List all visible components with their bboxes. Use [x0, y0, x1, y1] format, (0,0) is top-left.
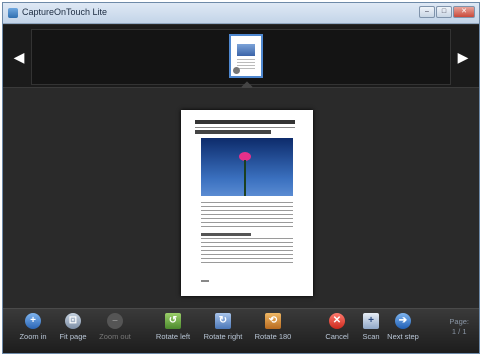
- title-bar[interactable]: CaptureOnTouch Lite – □ ✕: [3, 3, 479, 24]
- page-body-text-2: [201, 238, 293, 266]
- rotate-180-icon: ⟲: [265, 313, 281, 329]
- fit-page-label: Fit page: [59, 332, 87, 341]
- bottom-toolbar: + Zoom in ⊡ Fit page – Zoom out ↺ Rotate…: [3, 308, 479, 353]
- thumbnail-badge-icon: [233, 67, 240, 74]
- thumbnail-track[interactable]: [31, 29, 451, 85]
- thumbnail-strip: ◀ ▶: [3, 25, 479, 88]
- app-window: CaptureOnTouch Lite – □ ✕ ◀ ▶ + Zoom in …: [2, 2, 480, 354]
- rotate-left-button[interactable]: ↺ Rotate left: [151, 311, 195, 351]
- flower-stem: [244, 160, 246, 196]
- fit-page-button[interactable]: ⊡ Fit page: [51, 311, 95, 351]
- zoom-in-icon: +: [25, 313, 41, 329]
- rotate-right-button[interactable]: ↻ Rotate right: [201, 311, 245, 351]
- zoom-in-label: Zoom in: [19, 332, 47, 341]
- next-thumbnail-arrow-icon[interactable]: ▶: [453, 33, 473, 81]
- zoom-in-button[interactable]: + Zoom in: [11, 311, 55, 351]
- fit-page-icon: ⊡: [65, 313, 81, 329]
- page-indicator: Page: 1 / 1: [449, 317, 469, 337]
- prev-thumbnail-arrow-icon[interactable]: ◀: [9, 33, 29, 81]
- thumbnail-text-lines: [237, 59, 255, 69]
- zoom-out-button[interactable]: – Zoom out: [93, 311, 137, 351]
- minimize-button[interactable]: –: [419, 6, 435, 18]
- zoom-out-icon: –: [107, 313, 123, 329]
- preview-area[interactable]: [3, 88, 479, 312]
- page-indicator-value: 1 / 1: [451, 327, 467, 336]
- page-title-text: [195, 130, 271, 134]
- next-step-label: Next step: [387, 332, 419, 341]
- page-subheading-text: [201, 233, 251, 236]
- close-button[interactable]: ✕: [453, 6, 475, 18]
- window-title: CaptureOnTouch Lite: [22, 7, 108, 17]
- page-indicator-label: Page:: [449, 317, 469, 326]
- next-step-icon: ➔: [395, 313, 411, 329]
- scan-icon: +: [363, 313, 379, 329]
- rotate-180-label: Rotate 180: [254, 332, 292, 341]
- page-footer-text: [201, 280, 209, 282]
- rotate-right-icon: ↻: [215, 313, 231, 329]
- maximize-button[interactable]: □: [436, 6, 452, 18]
- page-photo: [201, 138, 293, 196]
- rotate-right-label: Rotate right: [203, 332, 243, 341]
- page-thumbnail-selected[interactable]: [229, 34, 263, 78]
- zoom-out-label: Zoom out: [99, 332, 131, 341]
- thumbnail-image: [237, 44, 255, 56]
- app-logo-icon: [8, 8, 18, 18]
- page-divider: [195, 127, 295, 128]
- cancel-icon: ✕: [329, 313, 345, 329]
- next-step-button[interactable]: ➔ Next step: [381, 311, 425, 351]
- rotate-left-label: Rotate left: [155, 332, 191, 341]
- rotate-180-button[interactable]: ⟲ Rotate 180: [251, 311, 295, 351]
- window-controls: – □ ✕: [419, 6, 475, 18]
- page-header-text: [195, 120, 295, 124]
- rotate-left-icon: ↺: [165, 313, 181, 329]
- scanned-page-preview: [181, 110, 313, 296]
- page-body-text: [201, 202, 293, 228]
